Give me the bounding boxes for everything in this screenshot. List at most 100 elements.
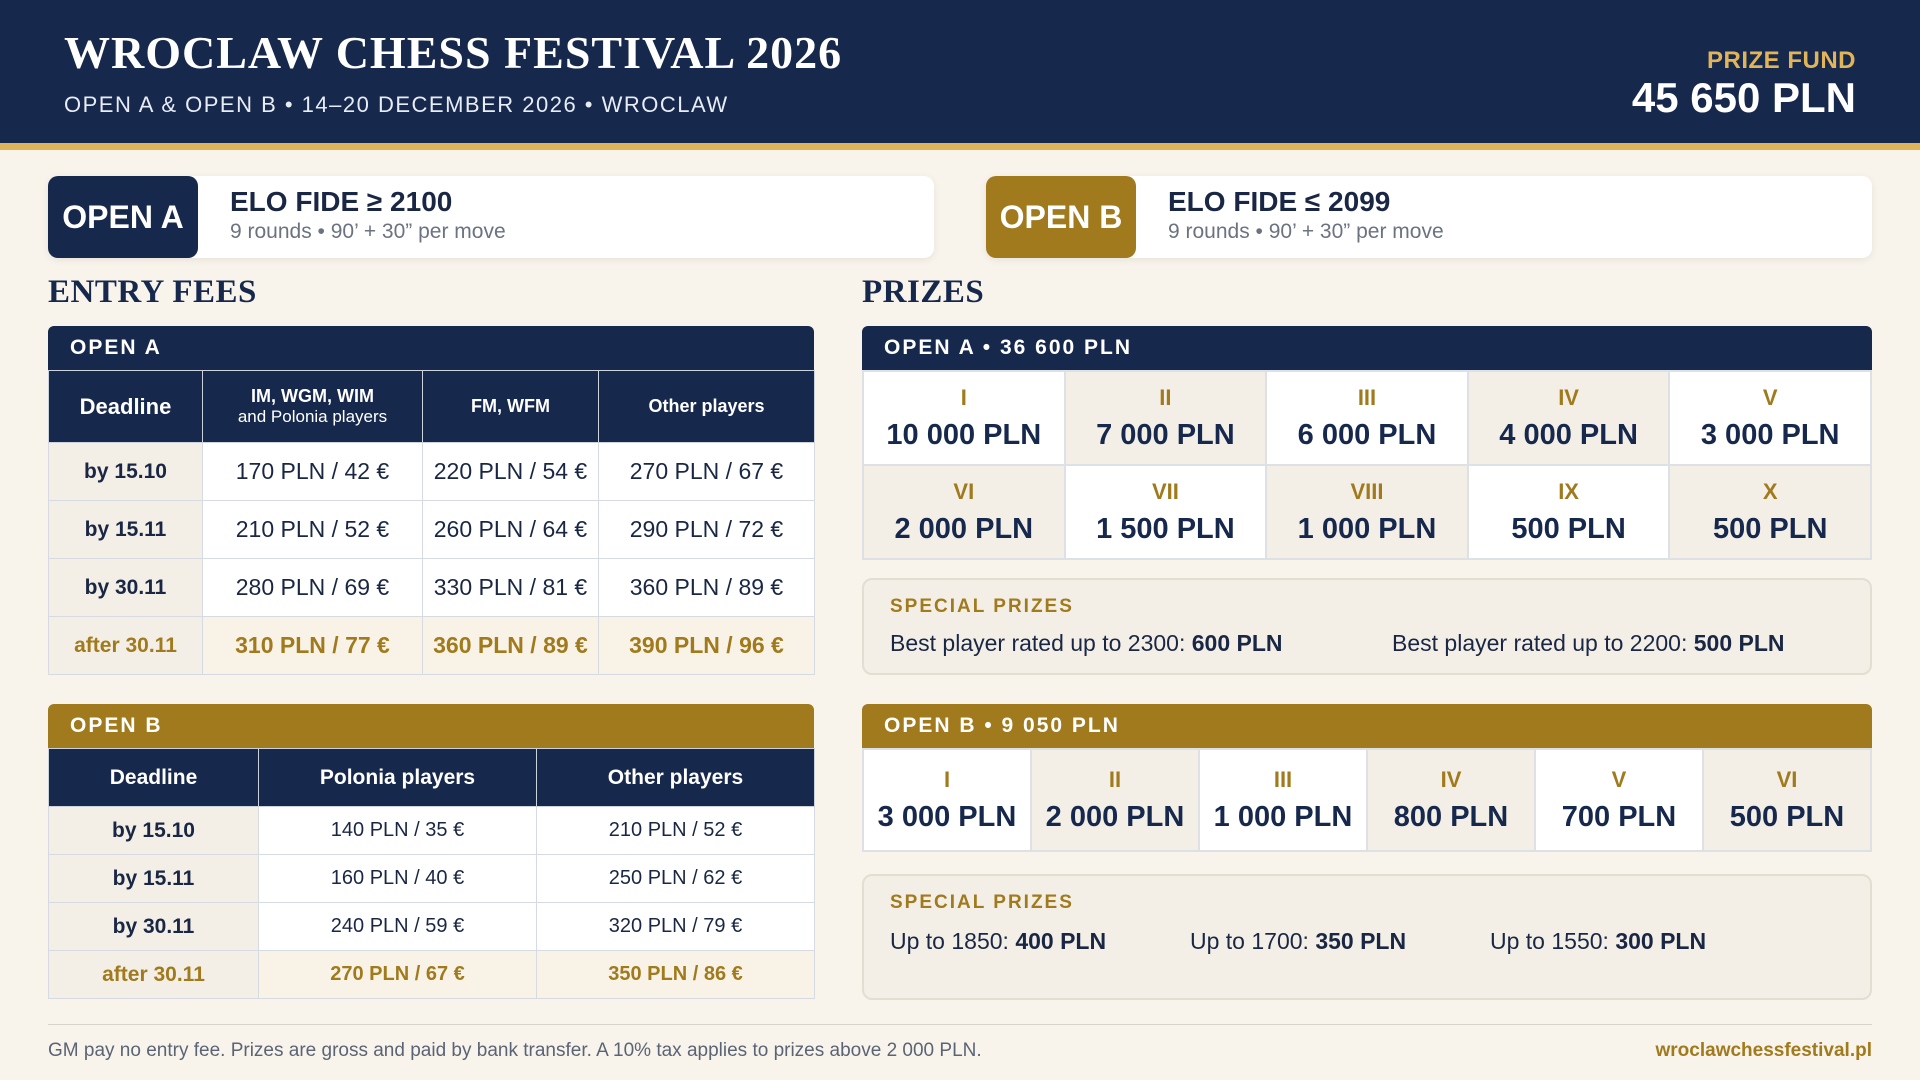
prize-rank: III [1357, 384, 1377, 410]
fee-cell: 240 PLN / 59 € [258, 902, 537, 951]
deadline-cell: by 15.11 [48, 854, 259, 903]
prize-rank: I [943, 766, 951, 792]
prize-amount: 4 000 PLN [1499, 418, 1638, 451]
column-header: IM, WGM, WIM and Polonia players [202, 370, 423, 443]
prize-cell: VII 1 500 PLN [1065, 466, 1266, 558]
open-a-rounds: 9 rounds • 90’ + 30” per move [230, 220, 506, 243]
fee-cell: 210 PLN / 52 € [536, 806, 815, 855]
prize-cell: III 6 000 PLN [1267, 372, 1467, 464]
column-header: Polonia players [258, 748, 537, 807]
fees-open-a-bar: OPEN A [48, 326, 814, 370]
page-subtitle: OPEN A & OPEN B • 14–20 DECEMBER 2026 • … [64, 92, 729, 117]
prize-cell: IX 500 PLN [1468, 466, 1669, 558]
prize-cell: II 2 000 PLN [1032, 750, 1198, 850]
open-b-elo: ELO FIDE ≤ 2099 [1168, 186, 1391, 217]
special-prize-item: Up to 1700: 350 PLN [1190, 928, 1407, 954]
prize-amount: 3 000 PLN [1700, 418, 1840, 451]
website-link[interactable]: wroclawchessfestival.pl [1656, 1040, 1873, 1062]
fee-cell: 330 PLN / 81 € [422, 558, 599, 617]
column-header: Deadline [48, 370, 203, 443]
prize-amount: 6 000 PLN [1297, 418, 1437, 451]
special-prize-item: Best player rated up to 2300: 600 PLN [890, 630, 1283, 656]
fees-open-b-table: Deadline Polonia players Other players b… [48, 748, 815, 999]
prizes-open-b-bar: OPEN B • 9 050 PLN [862, 704, 1872, 748]
header: WROCLAW CHESS FESTIVAL 2026 OPEN A & OPE… [0, 0, 1920, 143]
open-a-special-prizes: SPECIAL PRIZES Best player rated up to 2… [862, 578, 1872, 675]
open-a-card: OPEN A ELO FIDE ≥ 2100 9 rounds • 90’ + … [48, 176, 934, 258]
prize-amount: 1 000 PLN [1213, 800, 1353, 833]
prizes-open-a-bar: OPEN A • 36 600 PLN [862, 326, 1872, 370]
open-b-card: OPEN B ELO FIDE ≤ 2099 9 rounds • 90’ + … [986, 176, 1872, 258]
prize-rank: III [1273, 766, 1293, 792]
fee-cell: 280 PLN / 69 € [202, 558, 423, 617]
deadline-cell: after 30.11 [48, 616, 203, 675]
prize-fund-value: 45 650 PLN [1631, 74, 1856, 121]
deadline-cell: by 30.11 [48, 902, 259, 951]
table-row: by 30.11 240 PLN / 59 € 320 PLN / 79 € [48, 902, 815, 951]
prize-cell: V 700 PLN [1536, 750, 1702, 850]
fee-cell: 360 PLN / 89 € [598, 558, 815, 617]
prize-amount: 500 PLN [1511, 512, 1626, 545]
prize-rank: VII [1151, 478, 1179, 504]
prize-amount: 7 000 PLN [1096, 418, 1235, 451]
prize-cell: VI 500 PLN [1704, 750, 1870, 850]
fee-cell: 270 PLN / 67 € [258, 950, 537, 999]
fee-cell: 170 PLN / 42 € [202, 442, 423, 501]
entry-fees-title: ENTRY FEES [48, 274, 257, 310]
prize-amount: 1 500 PLN [1096, 512, 1235, 545]
deadline-cell: by 15.11 [48, 500, 203, 559]
fee-cell: 220 PLN / 54 € [422, 442, 599, 501]
open-b-special-prizes: SPECIAL PRIZES Up to 1850: 400 PLN Up to… [862, 874, 1872, 1000]
special-prize-item: Up to 1850: 400 PLN [890, 928, 1107, 954]
prize-rank: VI [1776, 766, 1798, 792]
fee-cell: 360 PLN / 89 € [422, 616, 599, 675]
prizes-title: PRIZES [862, 274, 985, 310]
open-b-rounds: 9 rounds • 90’ + 30” per move [1168, 220, 1444, 243]
prize-amount: 2 000 PLN [894, 512, 1034, 545]
table-row: after 30.11 270 PLN / 67 € 350 PLN / 86 … [48, 950, 815, 999]
prize-amount: 500 PLN [1729, 800, 1845, 833]
prize-rank: I [960, 384, 967, 410]
prize-rank: II [1159, 384, 1172, 410]
table-row: after 30.11 310 PLN / 77 € 360 PLN / 89 … [48, 616, 815, 675]
open-a-elo: ELO FIDE ≥ 2100 [230, 186, 453, 217]
fee-cell: 320 PLN / 79 € [536, 902, 815, 951]
column-header: Other players [536, 748, 815, 807]
prize-rank: VIII [1350, 478, 1384, 504]
prize-amount: 3 000 PLN [877, 800, 1017, 833]
prize-rank: V [1762, 384, 1778, 410]
open-b-badge: OPEN B [986, 176, 1136, 258]
prize-cell: X 500 PLN [1670, 466, 1870, 558]
prize-cell: IV 800 PLN [1368, 750, 1534, 850]
column-header: Other players [598, 370, 815, 443]
prize-rank: IV [1440, 766, 1462, 792]
prizes-open-a-grid: I 10 000 PLN II 7 000 PLN III 6 000 PLN IV 4… [862, 370, 1872, 560]
prize-cell: II 7 000 PLN [1065, 372, 1266, 464]
fee-cell: 270 PLN / 67 € [598, 442, 815, 501]
deadline-cell: by 15.10 [48, 442, 203, 501]
deadline-cell: by 15.10 [48, 806, 259, 855]
table-row: by 15.10 140 PLN / 35 € 210 PLN / 52 € [48, 806, 815, 855]
fee-cell: 140 PLN / 35 € [258, 806, 537, 855]
column-header: FM, WFM [422, 370, 599, 443]
prize-rank: X [1762, 478, 1778, 504]
table-row: by 15.11 160 PLN / 40 € 250 PLN / 62 € [48, 854, 815, 903]
deadline-cell: by 30.11 [48, 558, 203, 617]
table-row: by 15.10 170 PLN / 42 € 220 PLN / 54 € 2… [48, 442, 815, 501]
prize-amount: 10 000 PLN [886, 418, 1042, 451]
fees-open-b-bar: OPEN B [48, 704, 814, 748]
table-row: by 30.11 280 PLN / 69 € 330 PLN / 81 € 3… [48, 558, 815, 617]
fee-cell: 160 PLN / 40 € [258, 854, 537, 903]
prize-rank: VI [953, 478, 975, 504]
fees-open-a-table: Deadline IM, WGM, WIM and Polonia players… [48, 370, 815, 675]
special-prizes-label: SPECIAL PRIZES [890, 892, 1074, 913]
fee-cell: 210 PLN / 52 € [202, 500, 423, 559]
prize-amount: 500 PLN [1712, 512, 1828, 545]
prize-rank: IX [1558, 478, 1579, 504]
prize-cell: VI 2 000 PLN [864, 466, 1064, 558]
prize-cell: VIII 1 000 PLN [1267, 466, 1467, 558]
prize-amount: 700 PLN [1561, 800, 1677, 833]
prize-rank: IV [1558, 384, 1579, 410]
prize-cell: I 3 000 PLN [864, 750, 1030, 850]
fee-cell: 290 PLN / 72 € [598, 500, 815, 559]
